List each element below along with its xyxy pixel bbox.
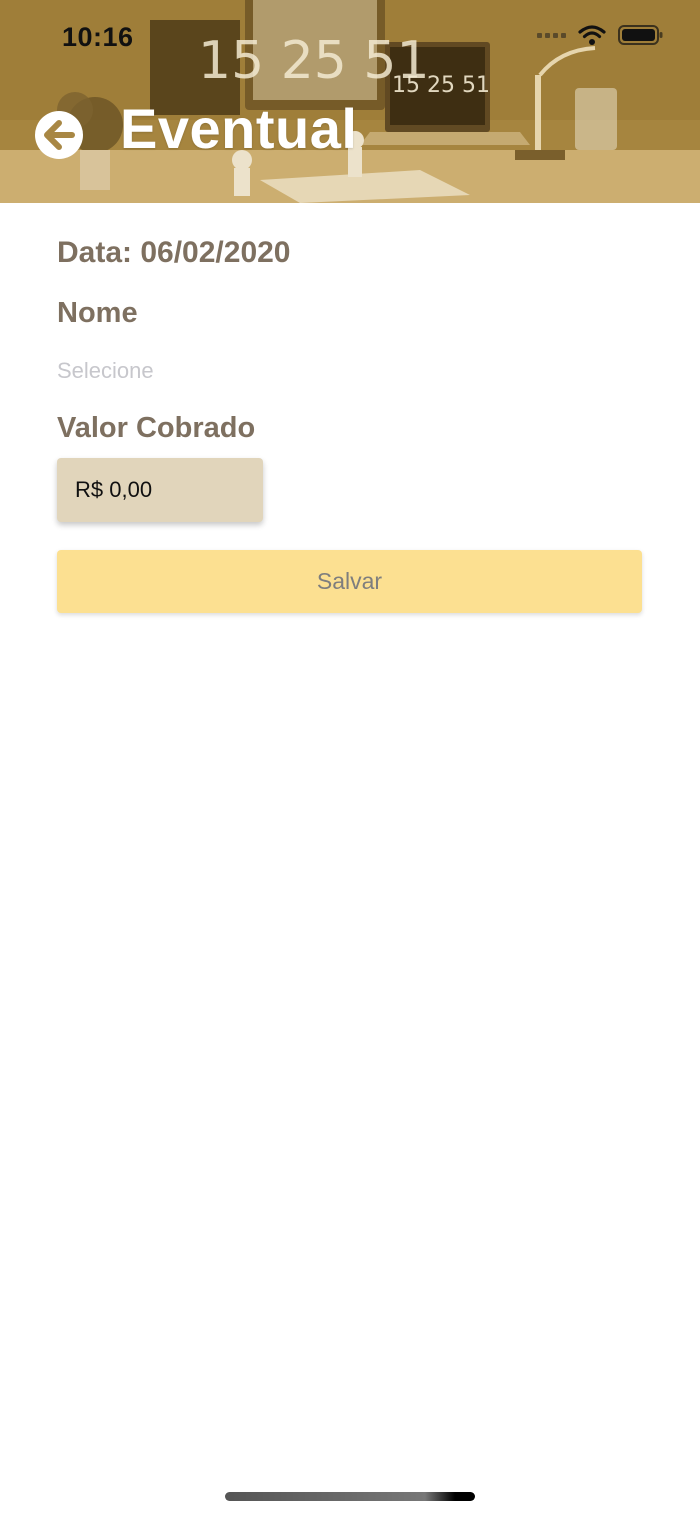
date-text: Data: 06/02/2020 [57,236,291,269]
arrow-left-circle-icon [35,111,83,159]
photo-clock-small: 15 25 51 [392,73,490,98]
back-button[interactable] [34,110,84,160]
name-label: Nome [57,297,138,329]
wifi-icon [578,25,606,45]
save-button[interactable]: Salvar [57,550,642,613]
valor-cobrado-label: Valor Cobrado [57,412,256,444]
name-select[interactable]: Selecione [57,358,154,384]
status-bar-icons [537,24,664,46]
home-indicator[interactable] [225,1492,475,1501]
cellular-signal-icon [537,32,566,38]
status-bar-time: 10:16 [62,22,134,52]
valor-cobrado-input[interactable] [57,458,263,522]
header-banner: 15 25 51 15 25 51 10:16 Eventual [0,0,700,203]
battery-icon [618,25,663,45]
page-title: Eventual [120,97,358,160]
